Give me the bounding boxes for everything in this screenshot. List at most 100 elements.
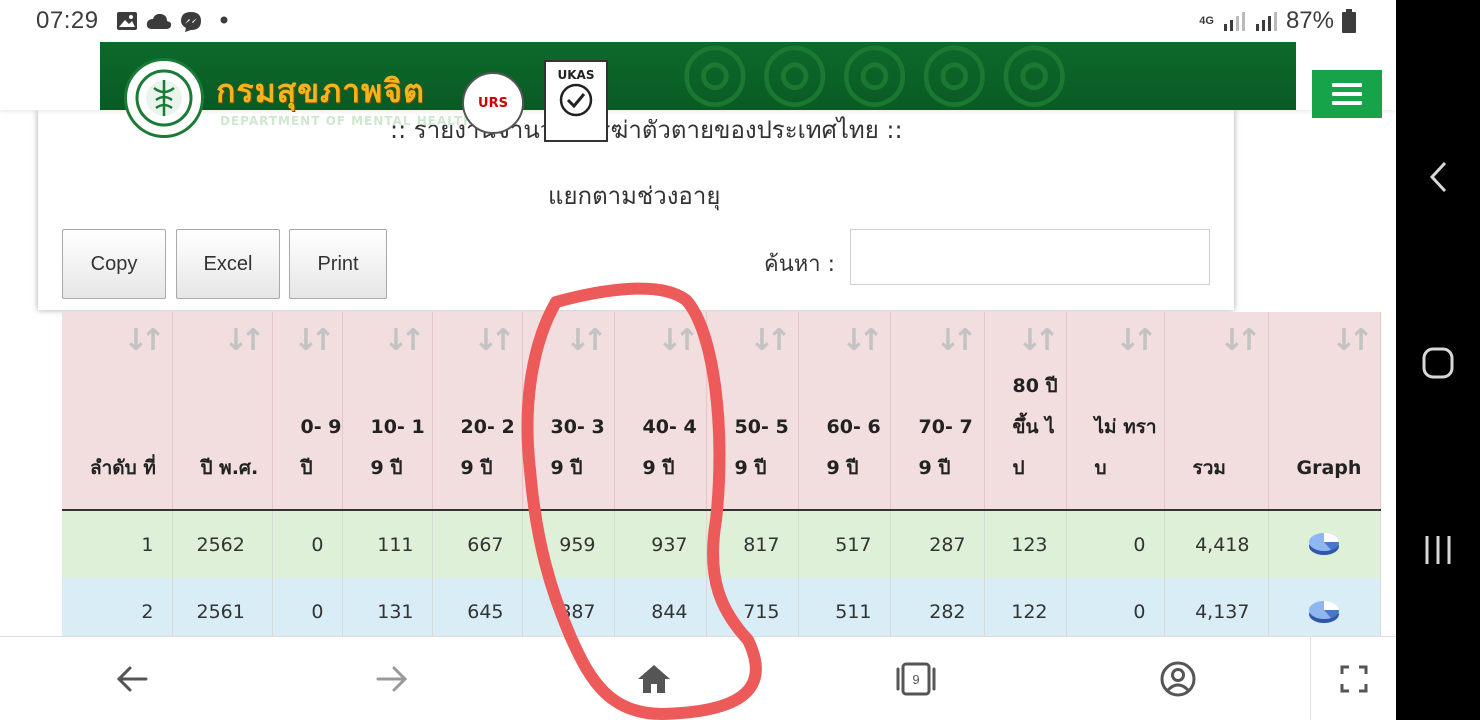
table-row: 1 2562 0 111 667 959 937 817 517 287 123… [62,510,1381,578]
check-circle-icon [559,83,593,117]
caduceus-icon [135,69,193,127]
table-cell: 959 [522,510,615,578]
fullscreen-button[interactable] [1312,637,1396,720]
copy-button[interactable]: Copy [62,229,166,299]
menu-bar [1332,101,1362,105]
column-header[interactable]: ไม่ ทราบ ↓↑ [1066,312,1165,511]
column-header-label: 30- 39 ปี [550,416,605,479]
urs-certification-badge: URS [462,72,524,134]
rounded-square-icon [1422,347,1454,379]
pie-chart-icon[interactable] [1307,527,1341,557]
column-header[interactable]: 40- 49 ปี ↓↑ [614,312,707,511]
column-header[interactable]: 20- 29 ปี ↓↑ [432,312,523,511]
sort-icon: ↓↑ [473,323,515,358]
table-cell: 0 [272,510,343,578]
status-right-group: 4G 87% [1199,7,1356,35]
column-header[interactable]: 30- 39 ปี ↓↑ [522,312,615,511]
account-button[interactable] [1136,637,1220,720]
column-header-label: ไม่ ทราบ [1094,416,1157,479]
suicide-data-table: ลำดับ ที่ ↓↑ ปี พ.ศ. ↓↑ 0- 9 ปี ↓↑ 10- 19 ป… [62,312,1381,646]
search-input[interactable] [850,229,1210,285]
sort-icon: ↓↑ [841,323,883,358]
system-navigation-bar [1396,0,1480,720]
sort-icon: ↓↑ [223,323,265,358]
org-name-thai: กรมสุขภาพจิต [216,72,425,110]
tabs-button[interactable]: 9 [874,637,958,720]
sort-icon: ↓↑ [1331,323,1373,358]
column-header[interactable]: 80 ปี ขึ้น ไป ↓↑ [984,312,1067,511]
phone-screen: :: รายงานจำนวนการฆ่าตัวตายของประเทศไทย :… [0,0,1480,720]
ukas-certification-badge: UKAS [544,60,608,142]
column-header[interactable]: ปี พ.ศ. ↓↑ [172,312,273,511]
table-cell: 667 [432,510,523,578]
column-header[interactable]: Graph ↓↑ [1268,312,1381,511]
column-header-label: 20- 29 ปี [460,416,515,479]
sort-icon: ↓↑ [383,323,425,358]
sort-icon: ↓↑ [657,323,699,358]
sort-icon: ↓↑ [749,323,791,358]
system-back-button[interactable] [1396,150,1480,204]
table-cell: 111 [342,510,433,578]
sort-icon: ↓↑ [565,323,607,358]
column-header[interactable]: 50- 59 ปี ↓↑ [706,312,799,511]
column-header-label: 50- 59 ปี [734,416,789,479]
back-button[interactable] [90,637,174,720]
search-label: ค้นหา : [764,252,836,277]
sort-icon: ↓↑ [123,323,165,358]
gallery-icon [117,12,137,30]
signal-strength-icon [1255,12,1277,31]
sort-icon: ↓↑ [935,323,977,358]
sort-icon: ↓↑ [1017,323,1059,358]
messenger-icon [181,12,201,32]
ministry-seal-logo[interactable] [124,58,204,138]
table-cell: 817 [706,510,799,578]
column-header-label: 0- 9 ปี [300,416,342,479]
column-header-label: รวม [1192,457,1226,479]
column-header-label: 80 ปี ขึ้น ไป [1012,375,1058,479]
sort-icon: ↓↑ [293,323,335,358]
recents-icon [1425,536,1451,564]
status-time: 07:29 [36,7,99,34]
system-recents-button[interactable] [1396,522,1480,578]
column-header[interactable]: 0- 9 ปี ↓↑ [272,312,343,511]
menu-bar [1332,92,1362,96]
column-header[interactable]: ลำดับ ที่ ↓↑ [62,312,173,511]
column-header-label: Graph [1296,457,1362,479]
home-button[interactable] [612,637,696,720]
banner-decoration: ◎◎◎◎◎ [680,42,1080,110]
table-cell: 937 [614,510,707,578]
battery-icon [1342,9,1356,33]
browser-bottom-toolbar: 9 [0,636,1396,720]
table-cell: 123 [984,510,1067,578]
forward-button[interactable] [350,637,434,720]
column-header[interactable]: 60- 69 ปี ↓↑ [798,312,891,511]
column-header-label: 10- 19 ปี [370,416,425,479]
menu-toggle-button[interactable] [1312,70,1382,118]
sort-icon: ↓↑ [1219,323,1261,358]
system-home-button[interactable] [1396,336,1480,390]
column-header[interactable]: 10- 19 ปี ↓↑ [342,312,433,511]
excel-button[interactable]: Excel [176,229,280,299]
battery-percent: 87% [1285,7,1334,34]
pie-chart-icon[interactable] [1307,595,1341,625]
column-header[interactable]: 70- 79 ปี ↓↑ [890,312,985,511]
notification-dot-icon [220,16,228,24]
status-bar: 07:29 4G 87% [0,0,1396,42]
org-name-english: DEPARTMENT OF MENTAL HEALTH [220,114,475,128]
tab-count: 9 [912,671,920,687]
arrow-left-icon [116,666,148,692]
network-type: 4G [1199,14,1214,27]
table-cell: 287 [890,510,985,578]
urs-badge-label: URS [478,95,508,111]
column-header-label: 60- 69 ปี [826,416,881,479]
arrow-right-icon [376,666,408,692]
fullscreen-icon [1340,665,1368,693]
print-button[interactable]: Print [289,229,387,299]
home-icon [638,665,670,693]
user-circle-icon [1160,661,1196,697]
column-header[interactable]: รวม ↓↑ [1164,312,1269,511]
table-cell: 0 [1066,510,1165,578]
table-cell: 4,418 [1164,510,1269,578]
column-header-label: 40- 49 ปี [642,416,697,479]
cloud-icon [146,13,172,29]
